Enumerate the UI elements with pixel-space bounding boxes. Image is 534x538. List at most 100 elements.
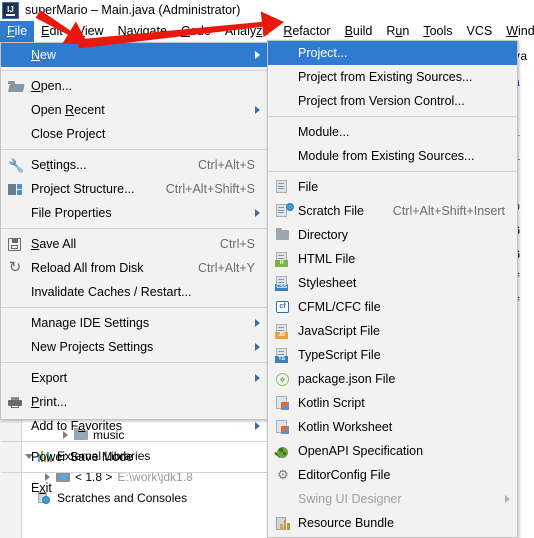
window-title: superMario – Main.java (Administrator): [25, 3, 241, 17]
menubar-item-code[interactable]: Code: [174, 21, 218, 42]
menubar-item-view[interactable]: View: [70, 21, 111, 42]
no-icon: [272, 69, 294, 85]
cfml-file-icon: cf: [272, 299, 294, 315]
file-menu-item-label: Print...: [31, 395, 68, 409]
file-menu-item-close-project[interactable]: Close Project: [1, 122, 267, 146]
file-menu-item-print[interactable]: Print...: [1, 390, 267, 414]
new-menu-item-resource-bundle[interactable]: Resource Bundle: [268, 511, 517, 535]
file-menu-item-separator: [1, 149, 267, 150]
css-file-icon: CSS: [272, 275, 294, 291]
file-menu-item-save-all[interactable]: Save All Ctrl+S: [1, 232, 267, 256]
new-menu-item-scratch-file[interactable]: Scratch File Ctrl+Alt+Shift+Insert: [268, 199, 517, 223]
kotlin-file-icon: [272, 395, 294, 411]
file-menu-item-exit[interactable]: Exit: [1, 476, 267, 500]
file-menu-item-new[interactable]: New: [1, 43, 267, 67]
new-menu-item-label: Directory: [298, 228, 349, 242]
submenu-arrow-icon: [255, 319, 260, 327]
typescript-file-icon: TS: [272, 347, 294, 363]
menubar-item-build[interactable]: Build: [338, 21, 380, 42]
no-icon: [5, 284, 27, 300]
new-menu-item-label: CFML/CFC file: [298, 300, 381, 314]
no-icon: [5, 126, 27, 142]
new-menu-item-editorconfig-file[interactable]: ⚙ EditorConfig File: [268, 463, 517, 487]
file-menu-item-label: Reload All from Disk: [31, 261, 144, 275]
scratch-file-icon: [272, 203, 294, 219]
file-menu-item-separator: [1, 441, 267, 442]
menubar-item-run[interactable]: Run: [379, 21, 416, 42]
project-structure-icon: [5, 181, 27, 197]
no-icon: [5, 418, 27, 434]
new-menu-item-separator: [268, 171, 517, 172]
file-menu-item-label: Project Structure...: [31, 182, 135, 196]
no-icon: [5, 339, 27, 355]
new-menu-item-label: Resource Bundle: [298, 516, 394, 530]
intellij-idea-logo-icon: IJ: [2, 1, 19, 19]
reload-icon: ↻: [8, 259, 22, 276]
wrench-icon: 🔧: [8, 158, 25, 173]
file-menu-item-file-properties[interactable]: File Properties: [1, 201, 267, 225]
new-menu-item-javascript-file[interactable]: JS JavaScript File: [268, 319, 517, 343]
new-menu-item-file[interactable]: File: [268, 175, 517, 199]
file-menu-item-manage-ide-settings[interactable]: Manage IDE Settings: [1, 311, 267, 335]
file-icon: [272, 179, 294, 195]
new-menu-item-typescript-file[interactable]: TS TypeScript File: [268, 343, 517, 367]
new-menu-item-label: Kotlin Script: [298, 396, 365, 410]
new-menu-item-kotlin-worksheet[interactable]: Kotlin Worksheet: [268, 415, 517, 439]
new-menu-item-cfml-cfc-file[interactable]: cf CFML/CFC file: [268, 295, 517, 319]
new-menu-item-stylesheet[interactable]: CSS Stylesheet: [268, 271, 517, 295]
new-menu-item-directory[interactable]: Directory: [268, 223, 517, 247]
intellij-idea-window: IJ superMario – Main.java (Administrator…: [0, 0, 534, 538]
file-menu-item-invalidate-caches-restart[interactable]: Invalidate Caches / Restart...: [1, 280, 267, 304]
file-menu-item-separator: [1, 362, 267, 363]
file-menu-item-separator: [1, 228, 267, 229]
menubar-item-analyze[interactable]: Analyze: [218, 21, 276, 42]
new-menu-item-html-file[interactable]: H HTML File: [268, 247, 517, 271]
file-menu-popup: New Open... Open Recent Close Project 🔧 Setti…: [0, 42, 268, 495]
file-menu-item-project-structure[interactable]: Project Structure... Ctrl+Alt+Shift+S: [1, 177, 267, 201]
new-menu-item-project-from-existing-sources[interactable]: Project from Existing Sources...: [268, 65, 517, 89]
new-menu-item-module[interactable]: Module...: [268, 120, 517, 144]
new-menu-item-kotlin-script[interactable]: Kotlin Script: [268, 391, 517, 415]
new-menu-item-openapi-specification[interactable]: OpenAPI Specification: [268, 439, 517, 463]
file-menu-item-reload-all-from-disk[interactable]: ↻ Reload All from Disk Ctrl+Alt+Y: [1, 256, 267, 280]
new-menu-item-package-json-file[interactable]: ⟡ package.json File: [268, 367, 517, 391]
no-icon: [5, 315, 27, 331]
new-menu-item-label: TypeScript File: [298, 348, 381, 362]
no-icon: [272, 93, 294, 109]
menubar-item-vcs[interactable]: VCS: [460, 21, 500, 42]
new-menu-item-module-from-existing-sources[interactable]: Module from Existing Sources...: [268, 144, 517, 168]
file-menu-item-power-save-mode[interactable]: Power Save Mode: [1, 445, 267, 469]
menubar-item-navigate[interactable]: Navigate: [111, 21, 174, 42]
file-menu-item-label: Save All: [31, 237, 77, 251]
new-menu-item-label: Module...: [298, 125, 350, 139]
nodejs-file-icon: ⟡: [272, 371, 294, 387]
no-icon: [5, 480, 27, 496]
folder-open-icon: [5, 78, 27, 94]
menubar-item-refactor[interactable]: Refactor: [276, 21, 337, 42]
menubar-item-edit[interactable]: Edit: [34, 21, 70, 42]
new-menu-item-label: Module from Existing Sources...: [298, 149, 475, 163]
new-menu-item-project-from-version-control[interactable]: Project from Version Control...: [268, 89, 517, 113]
menubar-item-file[interactable]: File: [0, 21, 35, 42]
new-menu-item-label: package.json File: [298, 372, 396, 386]
file-menu-item-new-projects-settings[interactable]: New Projects Settings: [1, 335, 267, 359]
title-bar: IJ superMario – Main.java (Administrator…: [0, 0, 534, 20]
new-submenu-popup: Project... Project from Existing Sources.…: [267, 40, 518, 538]
new-menu-item-label: File: [298, 180, 319, 194]
no-icon: [272, 124, 294, 140]
submenu-arrow-icon: [255, 51, 260, 59]
file-menu-item-separator: [1, 307, 267, 308]
new-menu-item-label: Stylesheet: [298, 276, 357, 290]
new-menu-item-project[interactable]: Project...: [268, 41, 517, 65]
file-menu-item-export[interactable]: Export: [1, 366, 267, 390]
no-icon: [5, 205, 27, 221]
file-menu-item-settings[interactable]: 🔧 Settings... Ctrl+Alt+S: [1, 153, 267, 177]
file-menu-item-add-to-favorites[interactable]: Add to Favorites: [1, 414, 267, 438]
file-menu-item-open-recent[interactable]: Open Recent: [1, 98, 267, 122]
file-menu-item-open[interactable]: Open...: [1, 74, 267, 98]
printer-icon: [5, 394, 27, 410]
file-menu-item-label: Close Project: [31, 127, 106, 141]
no-icon: [5, 102, 27, 118]
menubar-item-window[interactable]: Window: [499, 21, 534, 42]
menubar-item-tools[interactable]: Tools: [416, 21, 459, 42]
